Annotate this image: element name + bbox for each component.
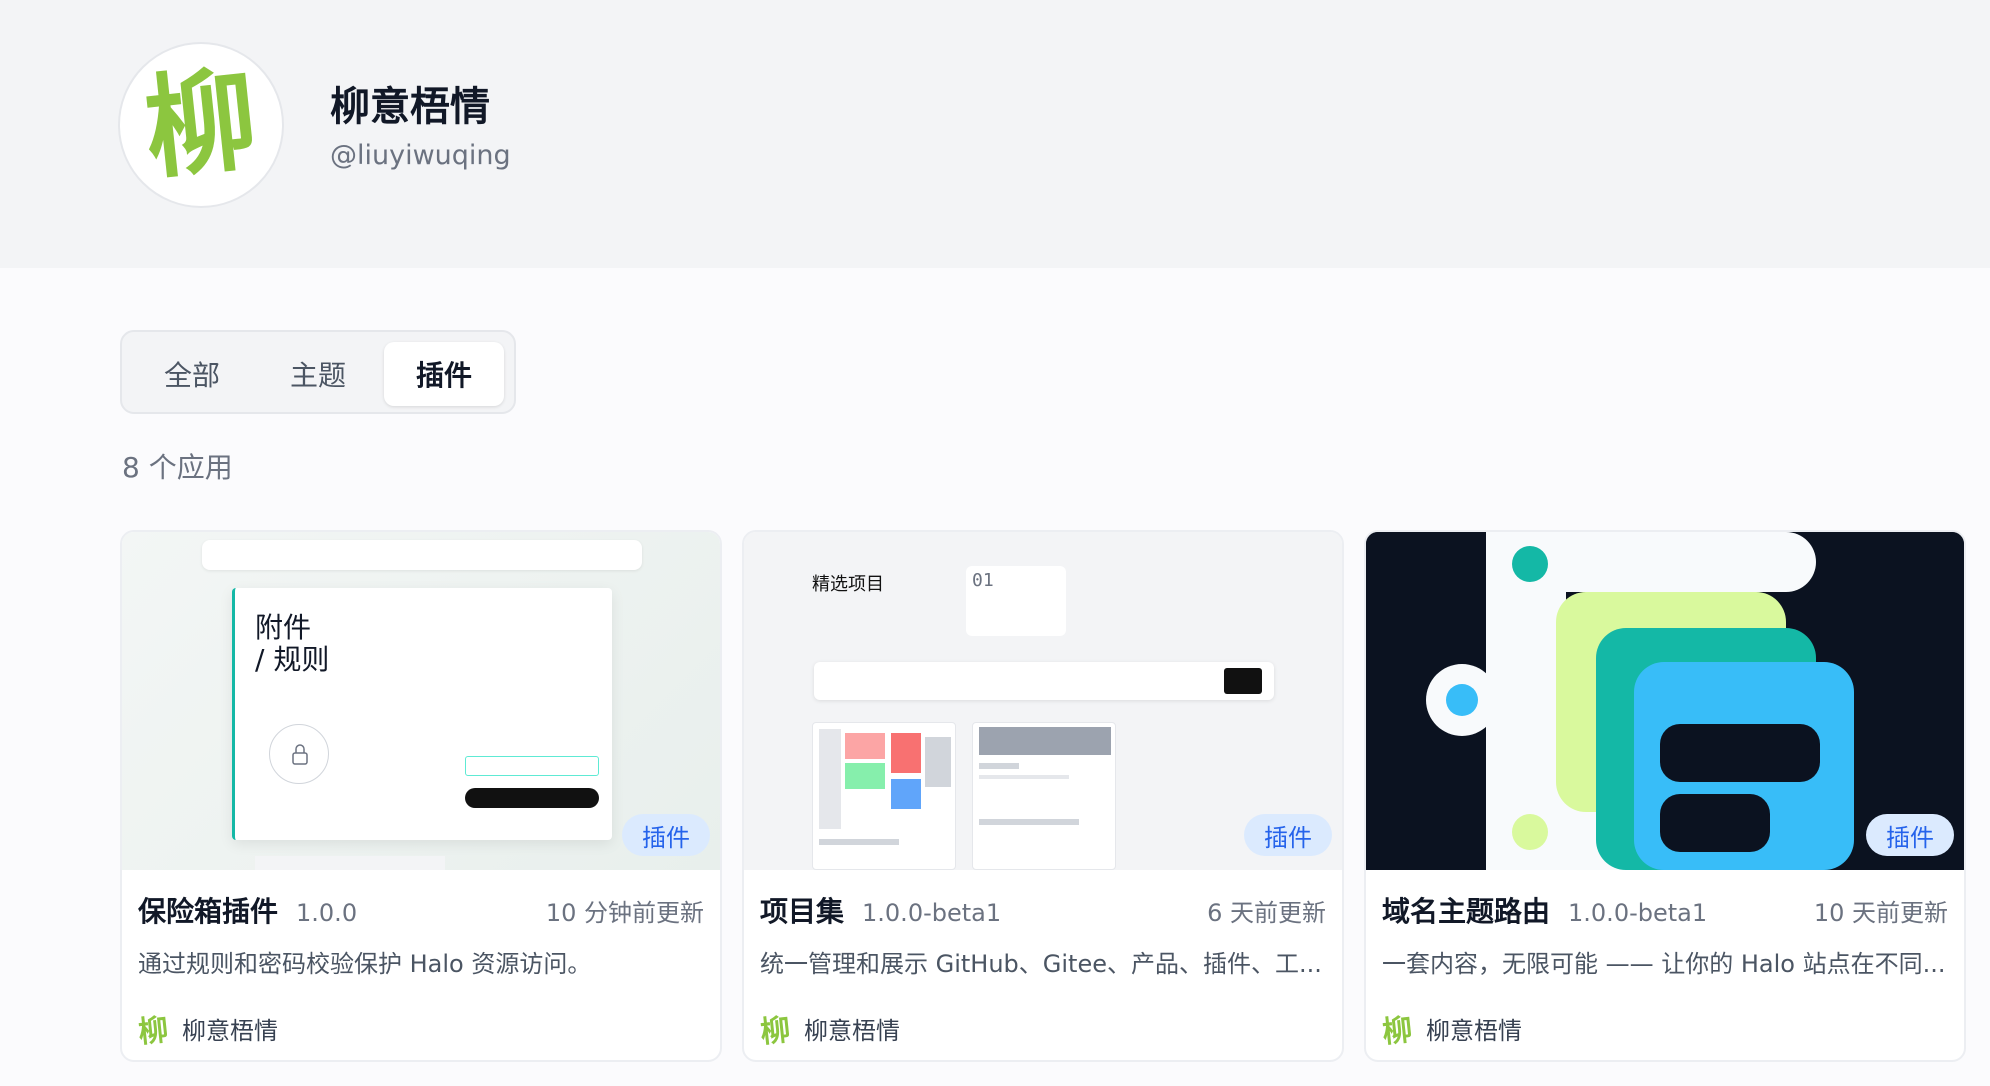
cover-button	[1224, 668, 1262, 694]
app-card[interactable]: 插件 域名主题路由 1.0.0-beta1 10 天前更新 一套内容，无限可能 …	[1364, 530, 1966, 1062]
card-version: 1.0.0-beta1	[1568, 899, 1708, 927]
app-card[interactable]: 精选项目 01 插件 项目集 1.0.0-beta1 6 天前更新 统一管理和展…	[742, 530, 1344, 1062]
app-count: 8 个应用	[122, 451, 233, 484]
lock-icon	[269, 724, 329, 784]
profile-header: 柳 柳意梧情 @liuyiwuqing	[0, 0, 1990, 268]
card-title[interactable]: 保险箱插件	[138, 890, 278, 930]
cover-input	[465, 756, 599, 776]
cover-button	[465, 788, 599, 808]
type-badge: 插件	[1866, 814, 1954, 856]
card-updated: 10 天前更新	[1813, 899, 1948, 927]
cover-path-line	[255, 856, 445, 870]
app-cover-image: 插件	[1366, 532, 1964, 870]
cover-title: 附件 / 规则	[255, 611, 330, 677]
card-author[interactable]: 柳 柳意梧情	[136, 1006, 278, 1051]
author-avatar-icon: 柳	[1380, 1012, 1415, 1051]
card-title[interactable]: 项目集	[760, 890, 844, 930]
author-avatar-icon: 柳	[136, 1012, 171, 1051]
app-cover-image: 精选项目 01 插件	[744, 532, 1342, 870]
tab-themes[interactable]: 主题	[258, 342, 378, 406]
card-title-row: 域名主题路由 1.0.0-beta1 10 天前更新	[1382, 890, 1948, 930]
card-title[interactable]: 域名主题路由	[1382, 890, 1550, 930]
cover-thumb	[972, 722, 1116, 870]
avatar[interactable]: 柳	[118, 42, 284, 208]
author-name: 柳意梧情	[804, 1016, 900, 1045]
type-badge: 插件	[1244, 814, 1332, 856]
app-card[interactable]: 附件 / 规则 插件 保险箱插件 1.0.0 10 分钟前更新 通过规则和密码校…	[120, 530, 722, 1062]
cover-panel: 附件 / 规则	[232, 588, 612, 870]
profile-name: 柳意梧情	[330, 84, 490, 130]
category-tabs: 全部 主题 插件	[120, 330, 516, 414]
author-avatar-icon: 柳	[758, 1012, 793, 1051]
card-title-row: 保险箱插件 1.0.0 10 分钟前更新	[138, 890, 704, 930]
tab-plugins[interactable]: 插件	[384, 342, 504, 406]
card-version: 1.0.0	[296, 899, 358, 927]
card-author[interactable]: 柳 柳意梧情	[758, 1006, 900, 1051]
app-cover-image: 附件 / 规则 插件	[122, 532, 720, 870]
card-updated: 10 分钟前更新	[545, 899, 704, 927]
card-version: 1.0.0-beta1	[862, 899, 1002, 927]
willow-glyph-icon: 柳	[138, 53, 264, 196]
profile-handle: @liuyiwuqing	[330, 140, 511, 171]
type-badge: 插件	[622, 814, 710, 856]
author-name: 柳意梧情	[1426, 1016, 1522, 1045]
cover-filter-bar	[814, 662, 1274, 700]
author-name: 柳意梧情	[182, 1016, 278, 1045]
cover-thumb	[812, 722, 956, 870]
card-description: 一套内容，无限可能 —— 让你的 Halo 站点在不同...	[1382, 950, 1946, 978]
tab-all[interactable]: 全部	[132, 342, 252, 406]
card-author[interactable]: 柳 柳意梧情	[1380, 1006, 1522, 1051]
cover-title: 精选项目	[812, 574, 884, 595]
card-updated: 6 天前更新	[1207, 899, 1326, 927]
card-description: 通过规则和密码校验保护 Halo 资源访问。	[138, 950, 592, 978]
cover-navbar	[202, 540, 642, 570]
card-title-row: 项目集 1.0.0-beta1 6 天前更新	[760, 890, 1326, 930]
card-description: 统一管理和展示 GitHub、Gitee、产品、插件、工...	[760, 950, 1322, 978]
cover-number: 01	[966, 566, 1066, 636]
